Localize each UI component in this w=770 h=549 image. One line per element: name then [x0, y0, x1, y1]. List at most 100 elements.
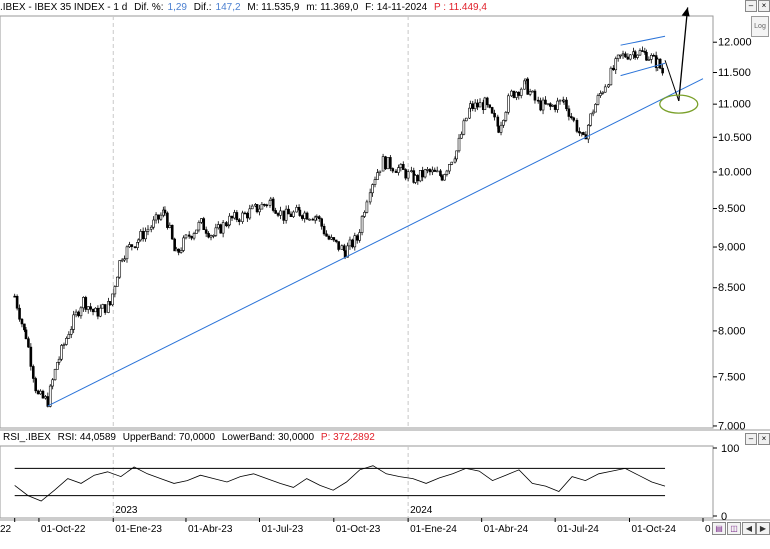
toggle-icon[interactable]: ◫: [727, 522, 741, 535]
candle-body: [36, 390, 40, 395]
candle-body: [248, 208, 252, 219]
candle-body: [596, 95, 600, 105]
scroll-right-icon[interactable]: ▶: [756, 522, 770, 535]
candle-body: [39, 390, 42, 395]
candle-body: [166, 212, 169, 228]
chart-settings-icon[interactable]: ▤: [712, 522, 726, 535]
candle-body: [332, 237, 336, 241]
candle-body: [628, 54, 632, 60]
candle-body: [133, 246, 137, 248]
candle-body: [207, 233, 210, 238]
x-tick-label: 01-Oct-23: [336, 524, 381, 535]
y-tick-label: 10.000: [718, 167, 752, 179]
candle-body: [41, 390, 45, 399]
candle-body: [258, 208, 261, 213]
candle-body: [607, 84, 610, 88]
candle-body: [123, 258, 126, 261]
candle-body: [464, 117, 468, 122]
candle-body: [541, 99, 545, 111]
candle-body: [197, 221, 201, 231]
candle-body: [152, 219, 155, 228]
candle-body: [582, 132, 585, 135]
candle: [255, 204, 259, 214]
candle-body: [128, 244, 131, 248]
candle-body: [365, 201, 369, 213]
candle-body: [499, 124, 503, 133]
x-tick-label: 01-Abr-23: [188, 524, 233, 535]
candle-body: [562, 99, 566, 102]
candle: [202, 216, 206, 230]
candle-body: [274, 210, 277, 214]
candle-body: [300, 215, 304, 219]
candle-body: [111, 293, 114, 306]
candle-body: [549, 103, 552, 107]
candle-body: [423, 169, 427, 178]
candle-body: [435, 170, 439, 173]
candle-body: [567, 108, 571, 117]
candle-body: [536, 99, 540, 102]
candle-body: [225, 222, 228, 227]
candle-body: [399, 164, 403, 168]
candle-body: [113, 286, 117, 295]
candle-body: [330, 237, 333, 240]
candle-body: [614, 58, 618, 71]
candle-body: [556, 100, 559, 110]
candle-body: [381, 156, 385, 172]
candle: [504, 110, 508, 123]
candle-body: [209, 235, 213, 238]
candle-body: [136, 239, 140, 243]
x-tick-label: 22: [0, 524, 12, 535]
candle-body: [34, 378, 37, 392]
candle-body: [416, 175, 420, 182]
candle-body: [18, 307, 21, 320]
candle-body: [91, 308, 95, 313]
candle-body: [56, 362, 59, 370]
candle-body: [108, 301, 112, 306]
candle-body: [246, 213, 249, 219]
candle-body: [376, 172, 379, 180]
candle-body: [565, 99, 568, 110]
candle-body: [214, 227, 218, 236]
candle-body: [391, 168, 395, 172]
candle-body: [502, 120, 505, 126]
candle-body: [84, 297, 88, 310]
candle-body: [230, 215, 234, 219]
candle-body: [184, 234, 188, 239]
candle-body: [531, 90, 534, 93]
candle-body: [157, 214, 160, 220]
candle-body: [591, 111, 595, 115]
candle-body: [649, 55, 653, 60]
candle-body: [404, 169, 408, 179]
candle-body: [661, 67, 664, 74]
candle-body: [179, 250, 183, 253]
candle-body: [243, 212, 247, 215]
candle: [365, 199, 369, 214]
candle-body: [546, 103, 550, 105]
y-tick-label: 7.500: [718, 371, 746, 383]
candle: [15, 294, 19, 311]
candle-body: [204, 229, 208, 234]
candle-body: [450, 161, 454, 165]
candle-body: [517, 91, 521, 96]
candle-body: [575, 119, 579, 132]
candle-body: [163, 209, 167, 214]
candle-body: [334, 239, 338, 242]
candle-body: [79, 307, 83, 317]
candle-body: [594, 104, 597, 113]
candle-body: [510, 90, 513, 97]
scroll-left-icon[interactable]: ◀: [742, 522, 756, 535]
rsi-pane: [0, 445, 714, 519]
candle-body: [519, 88, 523, 96]
candle-body: [74, 311, 78, 316]
x-tick-label: 01-Ene-23: [115, 524, 162, 535]
candle-body: [478, 102, 482, 108]
candle-body: [401, 164, 405, 170]
candle-body: [440, 175, 444, 181]
candle-body: [250, 205, 254, 210]
candle-body: [322, 225, 326, 235]
candle-body: [31, 366, 35, 379]
candle: [84, 295, 88, 312]
candle-body: [371, 184, 374, 194]
candle: [594, 103, 597, 113]
candle: [423, 168, 427, 179]
